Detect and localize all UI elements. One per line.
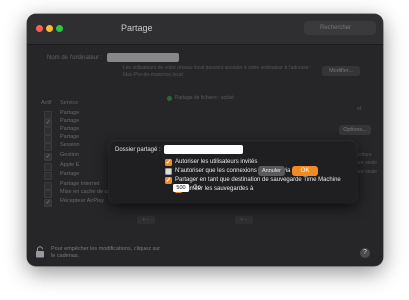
shared-folder-options-sheet: Dossier partagé : Autoriser les utilisat…	[109, 141, 357, 203]
users-add-remove[interactable]: + −	[235, 216, 253, 224]
service-item[interactable]: Session	[60, 142, 80, 148]
service-checkbox[interactable]	[44, 127, 52, 135]
lock-icon[interactable]	[35, 246, 45, 258]
guest-access-checkbox[interactable]	[165, 158, 172, 166]
guest-access-label: Autoriser les utilisateurs invités	[175, 159, 258, 165]
backup-limit-unit: Go	[193, 185, 202, 191]
service-item[interactable]: Gestion	[60, 152, 79, 158]
backup-limit-field[interactable]: 500	[173, 184, 189, 192]
service-item[interactable]: Partage Internet	[60, 181, 99, 187]
service-checkbox[interactable]	[44, 163, 52, 171]
service-item[interactable]: Partage	[60, 171, 79, 177]
service-checkbox[interactable]	[44, 143, 52, 151]
network-description: Les utilisateurs de votre réseau local p…	[123, 65, 312, 71]
search-input[interactable]: Rechercher	[304, 21, 376, 35]
window-title: Partage	[121, 23, 153, 33]
active-column-header: Actif	[41, 100, 52, 106]
service-item[interactable]: Récepteur AirPlay	[60, 198, 104, 204]
service-checkbox[interactable]	[44, 172, 52, 180]
service-item[interactable]: Partage	[60, 126, 79, 132]
computer-name-field[interactable]	[107, 53, 179, 62]
minimize-window-button[interactable]	[46, 25, 53, 32]
help-button[interactable]: ?	[360, 248, 370, 258]
shared-folder-name-field	[164, 145, 243, 154]
cancel-button[interactable]: Annuler	[258, 166, 285, 176]
service-item[interactable]: Partage	[60, 118, 79, 124]
ok-button[interactable]: OK	[292, 166, 318, 176]
shared-folder-label: Dossier partagé :	[115, 147, 161, 153]
computer-name-label: Nom de l'ordinateur :	[47, 55, 103, 61]
folders-add-remove[interactable]: + −	[137, 216, 155, 224]
lock-text-line2: le cadenas.	[51, 253, 80, 259]
zoom-window-button[interactable]	[56, 25, 63, 32]
status-text: Partage de fichiers : activé	[175, 95, 234, 101]
service-checkbox[interactable]	[44, 199, 52, 207]
bottom-bar: Pour empêcher les modifications, cliquez…	[27, 242, 383, 266]
sharing-window: Partage ⌕ Rechercher Nom de l'ordinateur…	[27, 14, 383, 266]
service-checkbox[interactable]	[44, 182, 52, 190]
title-bar: Partage ⌕ Rechercher	[27, 14, 383, 45]
smb-encrypted-checkbox[interactable]	[165, 168, 172, 175]
service-checkbox[interactable]	[44, 153, 52, 161]
service-checkbox[interactable]	[44, 135, 52, 143]
smb-encrypted-label: N'autoriser que les connexions chiffrées…	[175, 168, 306, 174]
options-button[interactable]: Options...	[339, 125, 371, 135]
service-item[interactable]: Partage	[60, 110, 79, 116]
close-window-button[interactable]	[36, 25, 43, 32]
right-panel-fragment: et	[357, 106, 362, 112]
service-column-header: Service	[60, 100, 79, 106]
status-indicator	[167, 96, 172, 101]
network-address: Mac-Pro-de-maxence.local	[123, 72, 183, 78]
service-item[interactable]: Partage	[60, 134, 79, 140]
service-checkbox[interactable]	[44, 119, 52, 127]
time-machine-label: Partager en tant que destination de sauv…	[175, 177, 341, 183]
service-item[interactable]: Apple E	[60, 162, 79, 168]
lock-text-line1: Pour empêcher les modifications, cliquez…	[51, 246, 161, 252]
modify-button[interactable]: Modifier...	[322, 66, 360, 76]
service-checkbox[interactable]	[44, 190, 52, 198]
time-machine-checkbox[interactable]	[165, 176, 172, 184]
